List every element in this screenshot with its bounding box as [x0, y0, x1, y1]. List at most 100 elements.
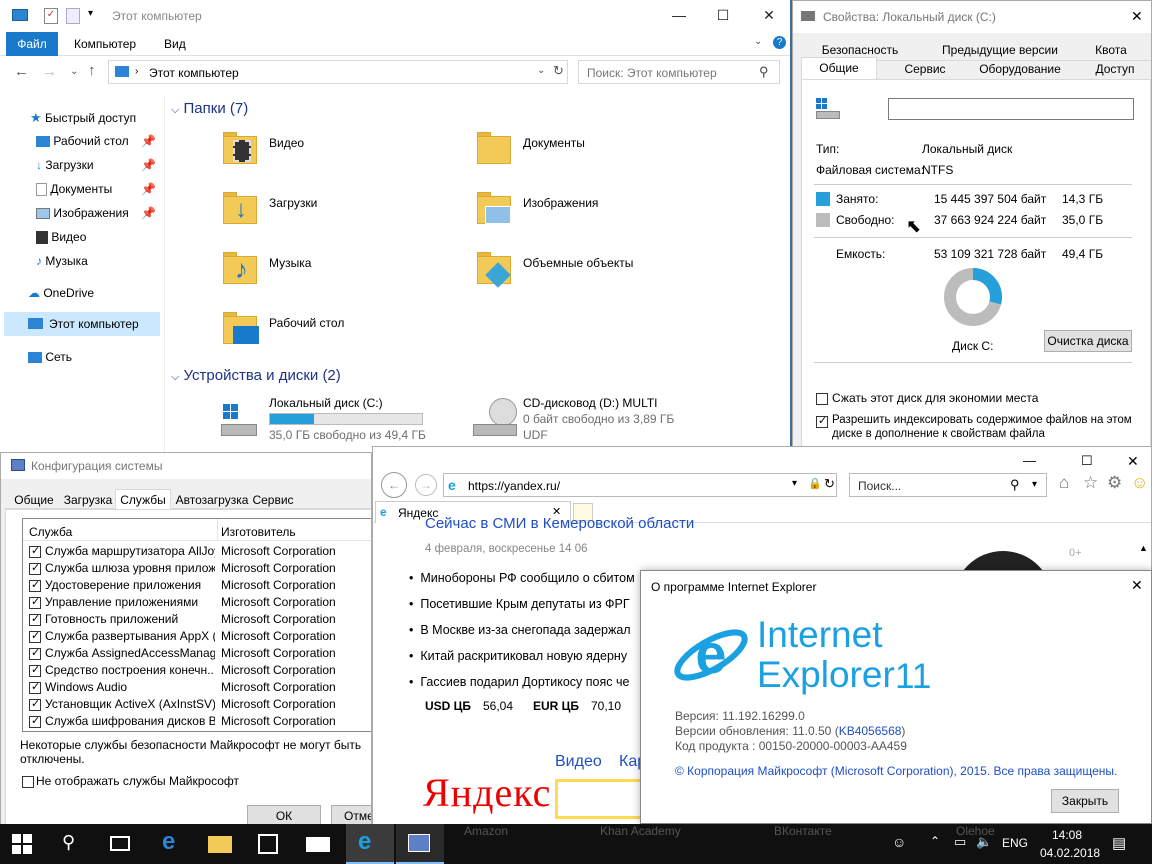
- ie-address-bar[interactable]: e https://yandex.ru/ ▾ 🔒 ↻: [443, 473, 837, 497]
- service-row[interactable]: Установщик ActiveX (AxInstSV) Microsoft C…: [23, 695, 371, 712]
- folder-label[interactable]: Видео: [269, 136, 304, 150]
- service-checkbox[interactable]: [29, 697, 41, 711]
- service-checkbox[interactable]: [29, 714, 41, 728]
- tab-previous-versions[interactable]: Предыдущие версии: [931, 43, 1069, 57]
- pin-icon[interactable]: 📌: [141, 206, 156, 220]
- recent-dropdown-icon[interactable]: ⌄: [70, 66, 78, 77]
- taskbar-ie-button[interactable]: e: [346, 824, 394, 864]
- about-close-button[interactable]: Закрыть: [1051, 789, 1119, 813]
- search-icon[interactable]: ⚲: [759, 64, 769, 80]
- refresh-icon[interactable]: ↻: [553, 63, 564, 79]
- nav-videos[interactable]: Видео: [36, 230, 86, 245]
- nav-this-pc[interactable]: Этот компьютер: [4, 312, 160, 336]
- kb-link[interactable]: KB4056568: [839, 724, 902, 738]
- folder-label[interactable]: Объемные объекты: [523, 256, 633, 270]
- cd-drive-icon[interactable]: [473, 398, 519, 438]
- nav-music[interactable]: ♪ Музыка: [36, 254, 88, 268]
- folder-label[interactable]: Изображения: [523, 196, 598, 210]
- service-checkbox[interactable]: [29, 544, 41, 558]
- service-row[interactable]: Служба AssignedAccessManager Microsoft Co…: [23, 644, 371, 661]
- gear-icon[interactable]: ⚙: [1107, 473, 1122, 493]
- scroll-up-icon[interactable]: ▲: [1139, 543, 1148, 553]
- service-row[interactable]: Служба шлюза уровня прилож... Microsoft C…: [23, 559, 371, 576]
- disk-cleanup-button[interactable]: Очистка диска: [1044, 330, 1132, 352]
- volume-icon[interactable]: 🔈: [976, 834, 992, 850]
- tab-security[interactable]: Безопасность: [801, 43, 919, 57]
- drive-d-label[interactable]: CD-дисковод (D:) MULTI: [523, 396, 658, 410]
- search-icon[interactable]: ⚲: [62, 832, 75, 853]
- minimize-button[interactable]: —: [656, 0, 702, 30]
- folder-desktop-icon[interactable]: [223, 310, 259, 346]
- folder-downloads-icon[interactable]: ↓: [223, 190, 259, 226]
- tab-tools[interactable]: Сервис: [885, 62, 965, 76]
- forward-arrow-icon[interactable]: →: [42, 63, 57, 80]
- new-folder-quick-icon[interactable]: [66, 8, 80, 24]
- news-header[interactable]: Сейчас в СМИ в Кемеровской области: [425, 515, 694, 532]
- quick-access-dropdown-icon[interactable]: ▾: [88, 8, 93, 19]
- pin-icon[interactable]: 📌: [141, 182, 156, 196]
- address-bar[interactable]: › Этот компьютер ⌄ ↻: [108, 60, 568, 84]
- service-row[interactable]: Средство построения конечн... Microsoft C…: [23, 661, 371, 678]
- folders-group-header[interactable]: ⌵ Папки (7): [171, 100, 248, 117]
- address-dropdown-icon[interactable]: ⌄: [537, 65, 545, 76]
- minimize-button[interactable]: —: [1023, 453, 1036, 468]
- nav-onedrive[interactable]: ☁ OneDrive: [28, 286, 94, 300]
- close-button[interactable]: ✕: [746, 0, 790, 30]
- pin-icon[interactable]: 📌: [141, 134, 156, 148]
- service-checkbox[interactable]: [29, 595, 41, 609]
- volume-label-input[interactable]: [888, 98, 1134, 120]
- clock-time[interactable]: 14:08: [1052, 828, 1082, 842]
- tab-computer[interactable]: Компьютер: [74, 37, 136, 51]
- file-explorer-icon[interactable]: [208, 836, 232, 853]
- nav-pictures[interactable]: Изображения 📌: [36, 206, 156, 220]
- search-icon[interactable]: ⚲: [1010, 477, 1020, 493]
- folder-music-icon[interactable]: ♪: [223, 250, 259, 286]
- service-row[interactable]: Windows Audio Microsoft Corporation: [23, 678, 371, 695]
- service-checkbox[interactable]: [29, 561, 41, 575]
- service-checkbox[interactable]: [29, 646, 41, 660]
- video-link[interactable]: Видео: [555, 753, 602, 771]
- index-checkbox[interactable]: [816, 414, 828, 428]
- service-checkbox[interactable]: [29, 680, 41, 694]
- col-maker-header[interactable]: Изготовитель: [221, 525, 296, 539]
- pin-icon[interactable]: 📌: [141, 158, 156, 172]
- service-row[interactable]: Готовность приложений Microsoft Corporati…: [23, 610, 371, 627]
- folder-documents-icon[interactable]: [477, 130, 513, 166]
- task-view-icon[interactable]: [110, 836, 130, 851]
- close-button[interactable]: ✕: [1127, 453, 1139, 470]
- back-arrow-icon[interactable]: ←: [14, 63, 29, 80]
- forward-arrow-icon[interactable]: →: [415, 474, 437, 496]
- tab-file[interactable]: Файл: [6, 32, 58, 56]
- maximize-button[interactable]: ☐: [700, 0, 746, 30]
- service-checkbox[interactable]: [29, 578, 41, 592]
- service-row[interactable]: Управление приложениями Microsoft Corpora…: [23, 593, 371, 610]
- service-row[interactable]: Служба шифрования дисков Bi... Microsoft …: [23, 712, 371, 729]
- taskbar-msconfig-button[interactable]: [396, 824, 444, 864]
- smiley-feedback-icon[interactable]: ☺: [1131, 473, 1148, 493]
- help-icon[interactable]: ?: [773, 36, 786, 49]
- store-icon[interactable]: [258, 834, 278, 854]
- folder-3d-objects-icon[interactable]: [477, 250, 513, 288]
- service-row[interactable]: Служба маршрутизатора AllJoyn Microsoft C…: [23, 542, 371, 559]
- language-indicator[interactable]: ENG: [1002, 836, 1028, 850]
- tab-startup[interactable]: Автозагрузка: [171, 493, 253, 507]
- people-icon[interactable]: ☺: [892, 834, 906, 850]
- tab-services[interactable]: Службы: [115, 489, 171, 510]
- folder-pictures-icon[interactable]: [477, 190, 513, 226]
- search-dropdown-icon[interactable]: ▾: [1032, 479, 1037, 490]
- windows-start-icon[interactable]: [12, 834, 32, 854]
- address-dropdown-icon[interactable]: ▾: [792, 478, 797, 489]
- properties-quick-icon[interactable]: ✓: [44, 8, 58, 24]
- nav-downloads[interactable]: ↓ Загрузки 📌: [36, 158, 156, 172]
- nav-documents[interactable]: Документы 📌: [36, 182, 156, 197]
- service-checkbox[interactable]: [29, 629, 41, 643]
- clock-date[interactable]: 04.02.2018: [1040, 846, 1100, 860]
- devices-group-header[interactable]: ⌵ Устройства и диски (2): [171, 367, 341, 384]
- close-button[interactable]: ✕: [1131, 577, 1143, 594]
- mail-icon[interactable]: [306, 837, 330, 852]
- ie-search-box[interactable]: Поиск... ⚲ ▾: [849, 473, 1047, 497]
- hide-ms-checkbox[interactable]: [22, 775, 34, 788]
- service-checkbox[interactable]: [29, 612, 41, 626]
- network-icon[interactable]: ▭: [954, 834, 966, 850]
- close-button[interactable]: ✕: [1131, 8, 1143, 25]
